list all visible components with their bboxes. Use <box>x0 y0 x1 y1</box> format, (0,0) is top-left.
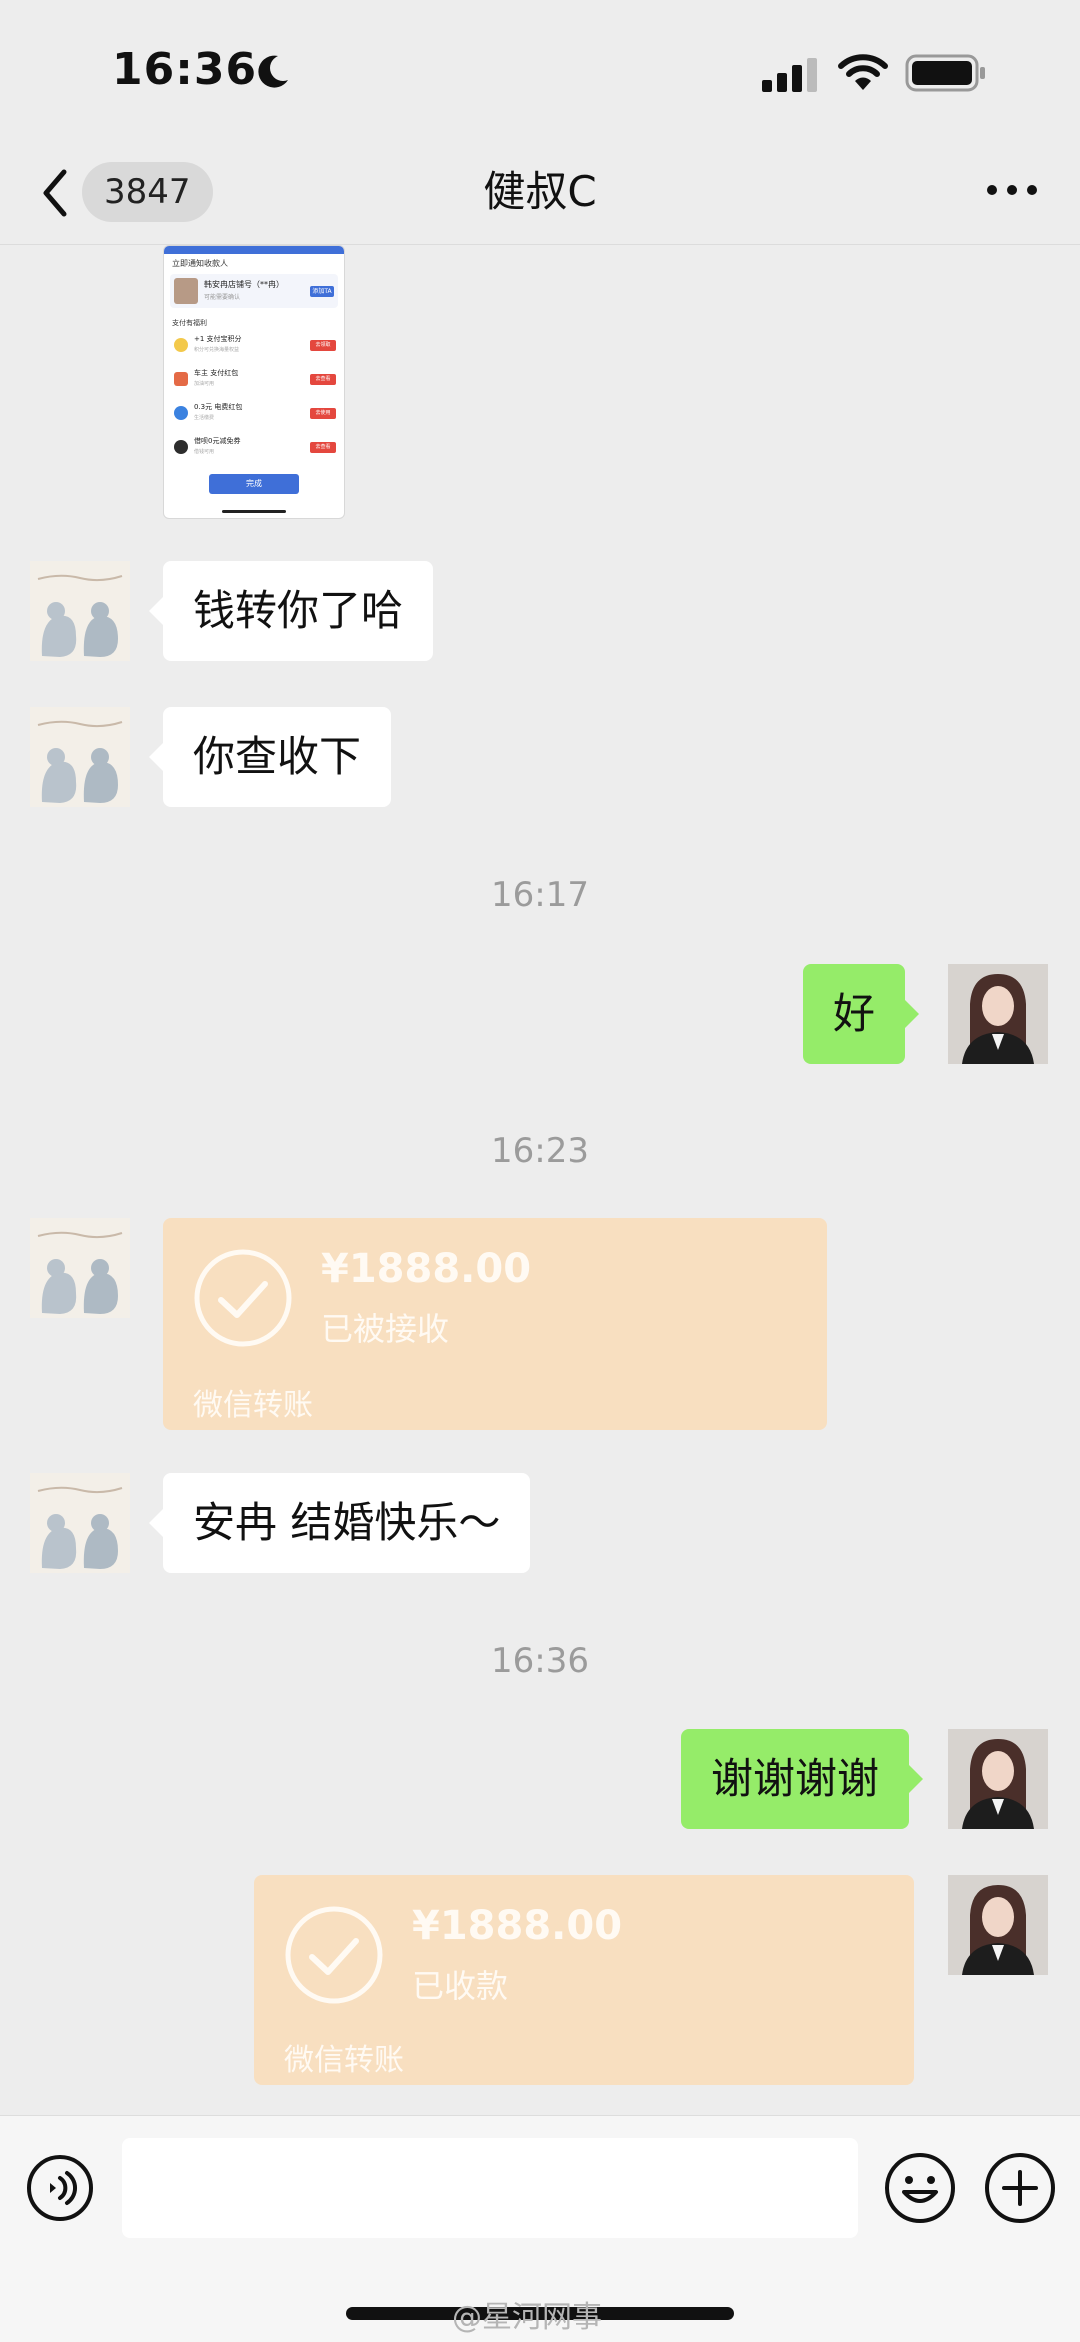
signal-icon <box>762 58 817 92</box>
benefit-sub: 加油可用 <box>194 381 215 387</box>
payee-avatar <box>174 278 198 304</box>
benefit-title: 车主 支付红包 <box>194 369 239 377</box>
benefit-row: 车主 支付红包 加油可用 去查看 <box>170 366 338 394</box>
message-bubble-outgoing[interactable]: 好 <box>803 964 920 1064</box>
friend-avatar[interactable] <box>30 1473 130 1573</box>
message-bubble-incoming[interactable]: 你查收下 <box>148 707 392 807</box>
transfer-amount: ¥1888.00 <box>321 1246 532 1292</box>
my-avatar[interactable] <box>948 1729 1048 1829</box>
friend-avatar[interactable] <box>30 561 130 661</box>
wifi-icon <box>838 54 888 90</box>
transfer-card-incoming[interactable]: ¥1888.00 已被接收 微信转账 <box>163 1218 827 1430</box>
plus-icon[interactable] <box>984 2152 1056 2224</box>
timestamp: 16:36 <box>491 1641 589 1681</box>
more-options-icon[interactable] <box>982 170 1042 210</box>
benefit-icon <box>174 440 188 454</box>
friend-avatar[interactable] <box>30 707 130 807</box>
transfer-label: 微信转账 <box>193 1388 313 1423</box>
message-input[interactable] <box>122 2138 858 2238</box>
transfer-status: 已收款 <box>412 1967 509 2005</box>
transfer-amount: ¥1888.00 <box>412 1903 623 1949</box>
moon-icon <box>258 55 288 88</box>
payee-card: 韩安冉店铺号（**冉） 可能需要确认 添加TA <box>170 274 338 308</box>
benefit-title: 0.3元 电费红包 <box>194 403 243 411</box>
status-bar: 16:36 <box>0 0 1080 140</box>
friend-avatar-illustration <box>30 561 130 661</box>
home-indicator <box>222 510 286 513</box>
check-circle-icon <box>285 1906 383 2004</box>
chat-header: 3847 健叔C <box>0 140 1080 245</box>
payee-name: 韩安冉店铺号（**冉） <box>204 280 284 289</box>
message-bubble-outgoing[interactable]: 谢谢谢谢 <box>681 1729 924 1829</box>
friend-avatar-illustration <box>30 707 130 807</box>
benefit-button: 去查看 <box>310 442 336 453</box>
benefit-button: 去使用 <box>310 408 336 419</box>
benefit-icon <box>174 406 188 420</box>
transfer-card-outgoing[interactable]: ¥1888.00 已收款 微信转账 <box>254 1875 914 2085</box>
benefit-row: 借呗0元减免券 借钱可用 去查看 <box>170 434 338 462</box>
my-avatar[interactable] <box>948 1875 1048 1975</box>
transfer-label: 微信转账 <box>284 2043 404 2078</box>
message-bubble-incoming[interactable]: 安冉 结婚快乐～ <box>148 1473 531 1573</box>
benefit-icon <box>174 372 188 386</box>
benefit-sub: 生活缴费 <box>194 415 215 421</box>
friend-avatar-illustration <box>30 1218 130 1318</box>
my-avatar-portrait <box>948 1875 1048 1975</box>
benefit-button: 去查看 <box>310 374 336 385</box>
payee-add-button: 添加TA <box>310 286 334 297</box>
transfer-status: 已被接收 <box>321 1310 450 1348</box>
image-message[interactable]: 立即通知收款人 韩安冉店铺号（**冉） 可能需要确认 添加TA 支付有福利 +1… <box>163 245 345 519</box>
friend-avatar[interactable] <box>30 1218 130 1318</box>
shared-header: 立即通知收款人 <box>172 259 228 268</box>
benefit-sub: 借钱可用 <box>194 449 215 455</box>
done-button: 完成 <box>209 474 299 494</box>
status-time: 16:36 <box>112 44 258 95</box>
message-list[interactable]: 立即通知收款人 韩安冉店铺号（**冉） 可能需要确认 添加TA 支付有福利 +1… <box>0 245 1080 2115</box>
benefits-title: 支付有福利 <box>172 319 207 327</box>
voice-input-icon[interactable] <box>26 2154 94 2222</box>
check-circle-icon <box>194 1249 292 1347</box>
benefit-title: 借呗0元减免券 <box>194 437 241 445</box>
friend-avatar-illustration <box>30 1473 130 1573</box>
message-bubble-incoming[interactable]: 钱转你了哈 <box>148 561 434 661</box>
chat-title: 健叔C <box>483 167 597 216</box>
benefit-row: 0.3元 电费红包 生活缴费 去使用 <box>170 400 338 428</box>
benefit-sub: 积分可兑换海量权益 <box>194 347 240 353</box>
emoji-icon[interactable] <box>884 2152 956 2224</box>
benefit-row: +1 支付宝积分 积分可兑换海量权益 去领取 <box>170 332 338 360</box>
payee-sub: 可能需要确认 <box>204 294 241 301</box>
my-avatar[interactable] <box>948 964 1048 1064</box>
benefit-button: 去领取 <box>310 340 336 351</box>
my-avatar-portrait <box>948 1729 1048 1829</box>
benefit-icon <box>174 338 188 352</box>
timestamp: 16:23 <box>491 1131 589 1171</box>
timestamp: 16:17 <box>491 875 589 915</box>
watermark: @星河网事 <box>452 2300 602 2335</box>
battery-icon <box>905 54 985 92</box>
benefit-title: +1 支付宝积分 <box>194 335 242 343</box>
my-avatar-portrait <box>948 964 1048 1064</box>
